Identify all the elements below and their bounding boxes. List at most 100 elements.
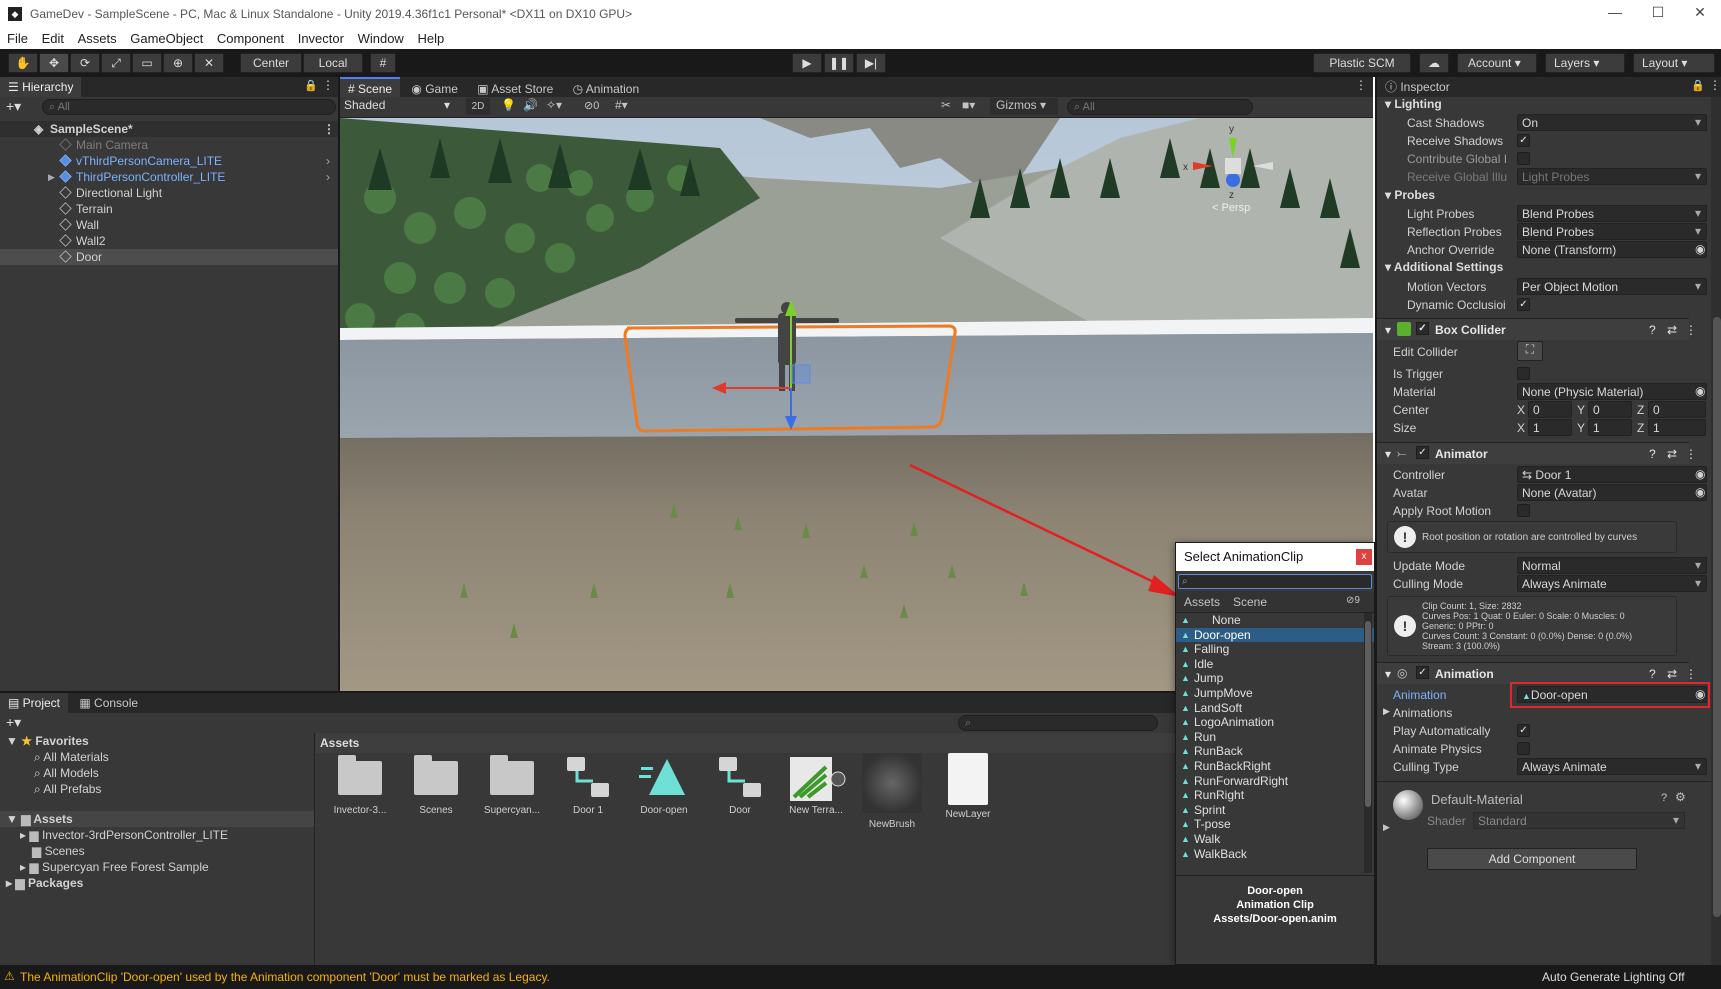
tools-icon[interactable]: ✂ xyxy=(941,98,951,112)
pivot-local-button[interactable]: Local xyxy=(303,53,363,73)
play-button[interactable]: ▶ xyxy=(792,53,822,73)
move-tool-icon[interactable]: ✥ xyxy=(39,53,69,73)
inspector-scrollbar[interactable] xyxy=(1711,97,1721,965)
chevron-right-icon[interactable]: › xyxy=(326,169,330,185)
help-icon[interactable]: ? xyxy=(1649,447,1656,461)
tab-hierarchy[interactable]: ☰ Hierarchy xyxy=(0,77,82,97)
preset-icon[interactable]: ⇄ xyxy=(1667,447,1677,461)
scene-menu-icon[interactable]: ⋮ xyxy=(323,121,335,137)
lighting-section-header[interactable]: ▾ Lighting xyxy=(1385,97,1442,111)
picker-item-door-open[interactable]: Door-open xyxy=(1176,627,1374,643)
hidden-objects-icon[interactable]: ⊘0 xyxy=(584,99,599,112)
asset-supercyan-folder[interactable]: Supercyan... xyxy=(478,753,546,816)
hierarchy-item-vthirdpersoncamera[interactable]: vThirdPersonCamera_LITE › xyxy=(0,153,338,169)
picker-item-runright[interactable]: RunRight xyxy=(1176,788,1374,803)
picker-search-input[interactable]: ⌕ xyxy=(1178,574,1372,589)
gizmos-dropdown[interactable]: Gizmos ▾ xyxy=(990,98,1058,115)
light-probes-dropdown[interactable]: Blend Probes xyxy=(1517,205,1707,222)
animation-clip-field[interactable]: ▲Door-open xyxy=(1517,686,1707,703)
picker-item-t-pose[interactable]: T-pose xyxy=(1176,817,1374,832)
panel-menu-icon[interactable]: ⋮ xyxy=(322,78,334,92)
collapse-arrow-icon[interactable]: ▾ xyxy=(1385,323,1391,337)
account-dropdown[interactable]: Account ▾ xyxy=(1457,53,1537,73)
asset-scenes-folder[interactable]: Scenes xyxy=(402,753,470,816)
help-icon[interactable]: ? xyxy=(1649,667,1656,681)
menu-help[interactable]: Help xyxy=(410,29,444,46)
object-picker-icon[interactable]: ◉ xyxy=(1695,687,1705,701)
shader-dropdown[interactable]: Standard xyxy=(1473,812,1685,829)
asset-new-terrain[interactable]: New Terra... xyxy=(782,753,850,816)
project-search-input[interactable]: ⌕ xyxy=(958,715,1158,731)
size-x-field[interactable]: 1 xyxy=(1528,419,1572,436)
animator-enabled-checkbox[interactable]: ✓ xyxy=(1416,446,1429,459)
animation-enabled-checkbox[interactable]: ✓ xyxy=(1416,666,1429,679)
pause-button[interactable]: ❚❚ xyxy=(824,53,854,73)
animations-row[interactable]: ▶ Animations xyxy=(1377,704,1689,722)
apply-root-motion-checkbox[interactable] xyxy=(1517,504,1530,517)
center-x-field[interactable]: 0 xyxy=(1528,401,1572,418)
scene-search-input[interactable]: ⌕ All xyxy=(1067,99,1253,115)
object-picker-icon[interactable]: ◉ xyxy=(1695,242,1705,256)
hand-tool-icon[interactable]: ✋ xyxy=(8,53,38,73)
picker-item-walk[interactable]: Walk xyxy=(1176,832,1374,847)
update-mode-dropdown[interactable]: Normal xyxy=(1517,557,1707,574)
hierarchy-search-input[interactable]: ⌕ All xyxy=(42,99,336,115)
anchor-override-field[interactable]: None (Transform) xyxy=(1517,241,1707,258)
collapse-arrow-icon[interactable]: ▾ xyxy=(1385,667,1391,681)
edit-collider-button[interactable]: ⛶ xyxy=(1517,341,1543,361)
favorite-all-prefabs[interactable]: ⌕ All Prefabs xyxy=(0,781,314,797)
step-button[interactable]: ▶| xyxy=(856,53,886,73)
picker-item-idle[interactable]: Idle xyxy=(1176,657,1374,672)
layout-dropdown[interactable]: Layout ▾ xyxy=(1633,53,1715,73)
animator-header[interactable]: ▾ ⤚ ✓ Animator ? ⇄ ⋮ xyxy=(1377,442,1697,464)
scene-root-row[interactable]: ◈ SampleScene* ⋮ xyxy=(0,121,338,137)
physic-material-field[interactable]: None (Physic Material) xyxy=(1517,383,1707,400)
reflection-probes-dropdown[interactable]: Blend Probes xyxy=(1517,223,1707,240)
menu-component[interactable]: Component xyxy=(210,29,284,46)
picker-item-logoanimation[interactable]: LogoAnimation xyxy=(1176,715,1374,730)
preset-icon[interactable]: ⇄ xyxy=(1667,323,1677,337)
hierarchy-item-door[interactable]: Door xyxy=(0,249,338,265)
inspector-lock-icon[interactable]: 🔒 xyxy=(1691,79,1705,92)
component-menu-icon[interactable]: ⋮ xyxy=(1685,667,1697,681)
favorite-all-materials[interactable]: ⌕ All Materials xyxy=(0,749,314,765)
status-lighting-text[interactable]: Auto Generate Lighting Off xyxy=(1542,970,1685,984)
plastic-scm-button[interactable]: Plastic SCM xyxy=(1313,53,1411,73)
object-picker-icon[interactable]: ◉ xyxy=(1695,384,1705,398)
gear-icon[interactable]: ⚙ xyxy=(1675,790,1686,804)
picker-item-falling[interactable]: Falling xyxy=(1176,642,1374,657)
inspector-menu-icon[interactable]: ⋮ xyxy=(1709,78,1721,92)
lock-icon[interactable]: 🔒 xyxy=(304,79,318,92)
menu-gameobject[interactable]: GameObject xyxy=(123,29,203,46)
project-create-icon[interactable]: +▾ xyxy=(6,714,21,731)
picker-scroll-thumb[interactable] xyxy=(1365,621,1371,807)
play-automatically-checkbox[interactable]: ✓ xyxy=(1517,724,1530,737)
scene-menu-icon[interactable]: ⋮ xyxy=(1355,78,1367,92)
asset-invector-folder[interactable]: Invector-3... xyxy=(326,753,394,816)
status-warning-text[interactable]: The AnimationClip 'Door-open' used by th… xyxy=(20,970,550,984)
component-menu-icon[interactable]: ⋮ xyxy=(1685,447,1697,461)
picker-item-none[interactable]: None xyxy=(1176,613,1374,628)
grid-snap-icon[interactable]: # xyxy=(370,53,396,73)
controller-field[interactable]: ⇆ Door 1 xyxy=(1517,466,1707,483)
animate-physics-checkbox[interactable] xyxy=(1517,742,1530,755)
effects-toggle-icon[interactable]: ✧▾ xyxy=(546,98,562,112)
picker-tab-assets[interactable]: Assets xyxy=(1184,595,1220,609)
size-z-field[interactable]: 1 xyxy=(1648,419,1706,436)
asset-folder-supercyan[interactable]: ▸ ▆ Supercyan Free Forest Sample xyxy=(0,859,314,875)
tab-inspector[interactable]: ⓘ Inspector xyxy=(1377,77,1458,97)
picker-item-run[interactable]: Run xyxy=(1176,730,1374,745)
asset-door-open-clip[interactable]: Door-open xyxy=(630,753,698,816)
transform-tool-icon[interactable]: ⊕ xyxy=(163,53,193,73)
hierarchy-item-terrain[interactable]: Terrain xyxy=(0,201,338,217)
scale-tool-icon[interactable]: ⤢ xyxy=(101,53,131,73)
tab-animation[interactable]: ◷ Animation xyxy=(565,79,648,99)
picker-scrollbar[interactable] xyxy=(1364,613,1372,873)
size-y-field[interactable]: 1 xyxy=(1588,419,1632,436)
culling-type-dropdown[interactable]: Always Animate xyxy=(1517,758,1707,775)
motion-vectors-dropdown[interactable]: Per Object Motion xyxy=(1517,278,1707,295)
probes-section-header[interactable]: ▾ Probes xyxy=(1385,188,1435,202)
menu-assets[interactable]: Assets xyxy=(71,29,117,46)
picker-tab-scene[interactable]: Scene xyxy=(1233,595,1267,609)
tab-game[interactable]: ◉ Game xyxy=(403,79,466,99)
